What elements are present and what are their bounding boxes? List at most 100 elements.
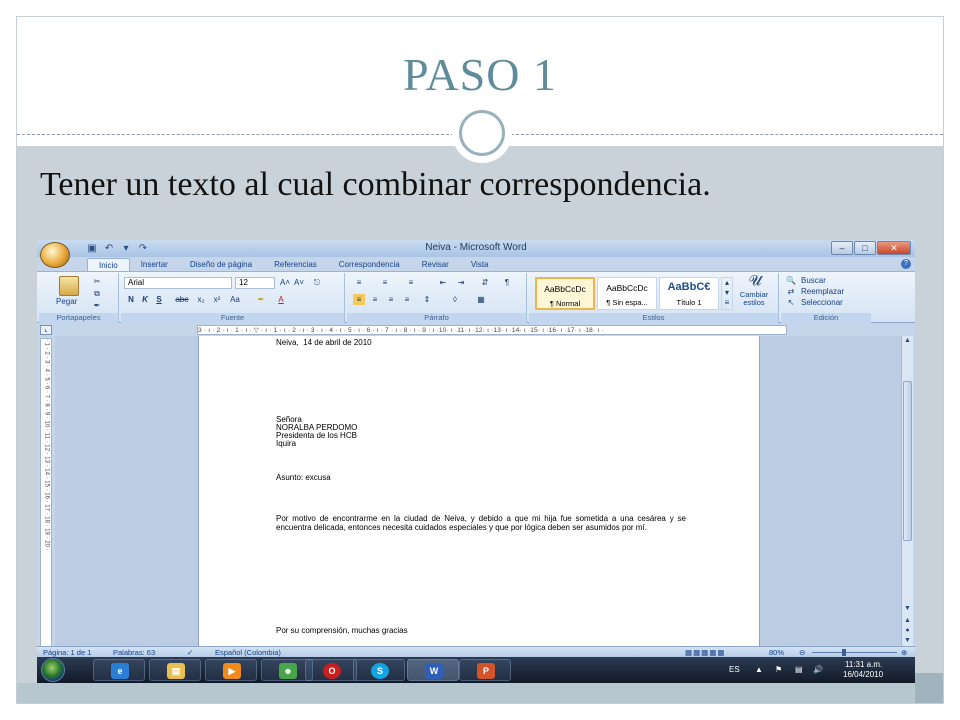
justify-icon[interactable]: ≡ — [401, 294, 413, 305]
italic-button[interactable]: K — [139, 294, 151, 305]
next-page-icon[interactable]: ▼ — [902, 636, 913, 646]
show-marks-icon[interactable]: ¶ — [501, 277, 513, 288]
closing-line: Por su comprensión, muchas gracias — [276, 626, 408, 635]
replace-button[interactable]: Reemplazar — [801, 287, 844, 296]
action-center-flag-icon[interactable]: ⚑ — [775, 665, 782, 674]
copy-icon[interactable]: ⧉ — [91, 288, 103, 299]
paste-icon — [59, 276, 79, 296]
font-name-select[interactable]: Arial — [124, 277, 232, 289]
scroll-up-icon[interactable]: ▲ — [902, 336, 913, 346]
shrink-font-icon[interactable]: A˅ — [293, 277, 305, 288]
replace-icon: ⇄ — [787, 287, 795, 296]
vertical-ruler[interactable]: · 1 · 2 · 3 · 4 · 5 · 6 · 7 · 8 · 9 · 10… — [40, 338, 52, 648]
clear-format-icon[interactable]: ⎋ — [311, 277, 323, 288]
scroll-down-icon[interactable]: ▼ — [902, 604, 913, 614]
redo-icon[interactable]: ↷ — [136, 243, 150, 255]
office-button[interactable] — [40, 242, 70, 268]
show-hidden-icons-icon[interactable]: ▲ — [755, 665, 763, 674]
tab-vista[interactable]: Vista — [460, 258, 500, 272]
highlight-icon[interactable]: ✒ — [255, 294, 267, 305]
network-icon[interactable]: ▤ — [795, 665, 803, 674]
style-no-spacing[interactable]: AaBbCcDc ¶ Sin espa... — [597, 277, 657, 310]
align-center-icon[interactable]: ≡ — [369, 294, 381, 305]
qat-dropdown-icon[interactable]: ▾ — [119, 243, 133, 255]
maximize-button[interactable]: □ — [854, 241, 876, 255]
decrease-indent-icon[interactable]: ⇤ — [437, 277, 449, 288]
media-player-icon: ▶ — [223, 663, 241, 679]
start-button[interactable] — [41, 658, 65, 682]
clock-time[interactable]: 11:31 a.m. — [845, 660, 882, 669]
save-icon[interactable]: ▣ — [85, 243, 99, 255]
superscript-button[interactable]: x² — [211, 294, 223, 305]
taskbar-media-player[interactable]: ▶ — [205, 659, 257, 681]
style-normal[interactable]: AaBbCcDc ¶ Normal — [535, 277, 595, 310]
previous-page-icon[interactable]: ▲ — [902, 616, 913, 626]
style-name: Título 1 — [676, 298, 702, 307]
tab-insertar[interactable]: Insertar — [130, 258, 179, 272]
font-color-icon[interactable]: A — [275, 294, 287, 305]
underline-button[interactable]: S — [153, 294, 165, 305]
cut-icon[interactable]: ✂ — [91, 276, 103, 287]
taskbar-ie[interactable]: e — [93, 659, 145, 681]
input-language[interactable]: ES — [729, 665, 740, 674]
format-painter-icon[interactable]: ✒ — [91, 300, 103, 311]
taskbar-explorer[interactable]: ▤ — [149, 659, 201, 681]
tab-diseno-de-pagina[interactable]: Diseño de página — [179, 258, 263, 272]
recipient-city: Iquira — [276, 439, 297, 448]
change-styles-button[interactable]: Cambiar estilos — [736, 291, 772, 307]
change-case-button[interactable]: Aa — [227, 294, 243, 305]
group-label-clipboard: Portapapeles — [39, 313, 118, 323]
vertical-scrollbar[interactable]: ▲ ▼ ▲ ● ▼ — [901, 336, 913, 650]
grow-font-icon[interactable]: A˄ — [279, 277, 291, 288]
zoom-slider[interactable] — [812, 652, 897, 653]
find-button[interactable]: Buscar — [801, 276, 826, 285]
undo-icon[interactable]: ↶ — [102, 243, 116, 255]
sort-icon[interactable]: ⇵ — [479, 277, 491, 288]
bullets-icon[interactable]: ≡ — [353, 277, 365, 288]
window-title: Neiva - Microsoft Word — [425, 242, 527, 253]
numbering-icon[interactable]: ≡ — [379, 277, 391, 288]
clock-date[interactable]: 16/04/2010 — [843, 670, 883, 679]
paste-button[interactable]: Pegar — [56, 297, 77, 306]
font-size-select[interactable]: 12 — [235, 277, 275, 289]
scroll-thumb[interactable] — [903, 381, 912, 541]
bold-button[interactable]: N — [125, 294, 137, 305]
select-button[interactable]: Seleccionar — [801, 298, 843, 307]
horizontal-ruler[interactable]: 3 · ı · 2 · ı · 1 · ı · ▽ · ı · 1 · ı · … — [197, 325, 787, 335]
tab-selector-icon[interactable]: ⌞ — [40, 325, 52, 335]
shading-icon[interactable]: ◊ — [449, 294, 461, 305]
styles-scroll-icon[interactable]: ▴ ▾ ≡ — [721, 277, 733, 310]
browse-object-icon[interactable]: ● — [902, 626, 913, 636]
line-spacing-icon[interactable]: ⇕ — [421, 294, 433, 305]
tab-correspondencia[interactable]: Correspondencia — [328, 258, 411, 272]
align-left-icon[interactable]: ≡ — [353, 294, 365, 305]
document-page[interactable]: Neiva, 14 de abril de 2010 Señora NORALB… — [198, 336, 760, 650]
group-portapapeles: Pegar ✂ ⧉ ✒ Portapapeles — [39, 273, 119, 323]
borders-icon[interactable]: ▦ — [475, 294, 487, 305]
align-right-icon[interactable]: ≡ — [385, 294, 397, 305]
taskbar-word[interactable]: W — [407, 659, 459, 681]
group-label-font: Fuente — [121, 313, 344, 323]
multilevel-list-icon[interactable]: ≡ — [405, 277, 417, 288]
taskbar-powerpoint[interactable]: P — [459, 659, 511, 681]
style-heading-1[interactable]: AaBbC€ Título 1 — [659, 277, 719, 310]
volume-icon[interactable]: 🔊 — [813, 665, 823, 674]
taskbar-opera[interactable]: O — [305, 659, 357, 681]
tab-revisar[interactable]: Revisar — [411, 258, 460, 272]
slide-bottom-band — [17, 683, 943, 703]
tab-referencias[interactable]: Referencias — [263, 258, 328, 272]
subscript-button[interactable]: x₂ — [195, 294, 207, 305]
help-icon[interactable]: ? — [901, 259, 911, 269]
group-fuente: Arial 12 A˄ A˅ ⎋ N K S abe x₂ x² Aa ✒ A … — [121, 273, 345, 323]
close-button[interactable]: ✕ — [877, 241, 911, 255]
increase-indent-icon[interactable]: ⇥ — [455, 277, 467, 288]
zoom-slider-thumb[interactable] — [842, 649, 846, 656]
strikethrough-button[interactable]: abe — [173, 294, 191, 305]
ribbon-tabs: Inicio Insertar Diseño de página Referen… — [87, 258, 499, 272]
slide-title: PASO 1 — [403, 49, 557, 100]
tab-inicio[interactable]: Inicio — [87, 258, 130, 272]
style-sample: AaBbCcDc — [606, 283, 648, 293]
taskbar-skype[interactable]: S — [353, 659, 405, 681]
word-icon: W — [425, 663, 443, 679]
minimize-button[interactable]: – — [831, 241, 853, 255]
